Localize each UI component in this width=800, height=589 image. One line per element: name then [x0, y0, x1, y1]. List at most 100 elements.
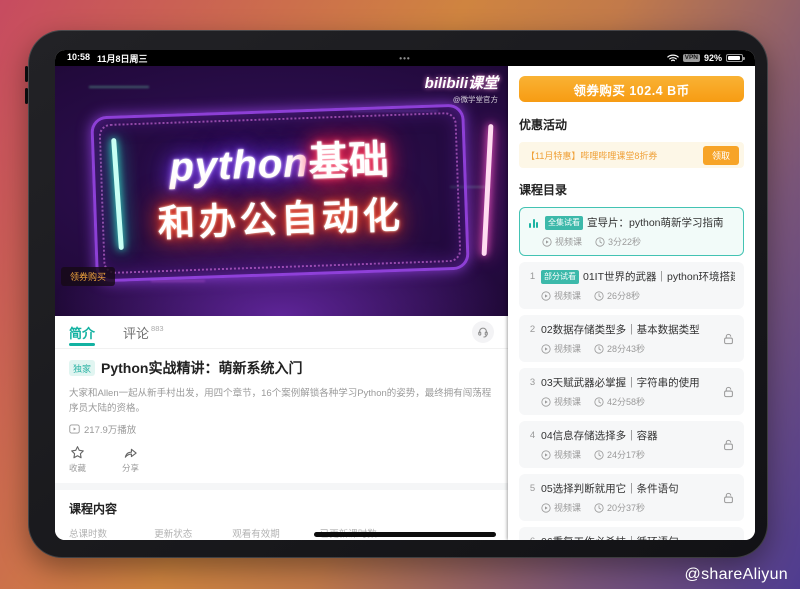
lesson-item[interactable]: 5 05选择判断就用它｜条件语句 视频课 20分37秒	[519, 474, 744, 521]
tab-intro[interactable]: 简介	[69, 316, 95, 348]
trial-badge: 部分试看	[541, 270, 579, 284]
lesson-title: 01IT世界的武器｜python环境搭建_第一个	[583, 269, 735, 284]
lesson-title: 06重复工作必杀技｜循环语句	[541, 534, 679, 540]
coupon-card[interactable]: 【11月特惠】哔哩哔哩课堂8折券 领取	[519, 142, 744, 168]
neon-title-line1: python基础	[169, 139, 390, 189]
volume-down-button[interactable]	[25, 88, 28, 104]
glitch-streak	[151, 280, 205, 282]
clock-icon	[594, 291, 604, 301]
lesson-item[interactable]: 1 部分试看 01IT世界的武器｜python环境搭建_第一个 视频课 26分8…	[519, 262, 744, 309]
video-type-icon	[541, 291, 551, 301]
lesson-index: 6	[528, 536, 537, 540]
stat-update-status: 更新状态 已完结	[154, 526, 192, 540]
coupon-buy-tag[interactable]: 领券购买	[61, 267, 115, 286]
video-type-icon	[541, 397, 551, 407]
wifi-icon	[667, 54, 679, 63]
battery-icon	[726, 54, 743, 62]
exclusive-badge: 独家	[69, 360, 95, 376]
star-icon	[70, 445, 85, 460]
video-type-icon	[541, 450, 551, 460]
lesson-type: 视频课	[554, 342, 581, 355]
lesson-duration: 20分37秒	[607, 501, 645, 514]
lesson-index: 5	[528, 483, 537, 494]
coupon-text: 【11月特惠】哔哩哔哩课堂8折券	[526, 149, 703, 162]
section-divider	[55, 483, 508, 490]
lesson-title: 03天赋武器必掌握｜字符串的使用	[541, 375, 700, 390]
buy-with-coupon-button[interactable]: 领券购买 102.4 B币	[519, 76, 744, 102]
neon-sign-frame: python基础 和办公自动化	[90, 104, 470, 283]
official-account-label: @微学堂官方	[425, 94, 498, 105]
clock-icon	[594, 450, 604, 460]
volume-up-button[interactable]	[25, 66, 28, 82]
lesson-item[interactable]: 全集试看 宣导片：python萌新学习指南 视频课 3分22秒	[519, 207, 744, 256]
catalog-section-title: 课程目录	[519, 181, 744, 198]
neon-title-line2: 和办公自动化	[157, 185, 405, 248]
lesson-duration: 42分58秒	[607, 395, 645, 408]
status-date: 11月8日周三	[97, 52, 148, 65]
video-type-icon	[541, 503, 551, 513]
video-type-icon	[542, 237, 552, 247]
page-background: 10:58 11月8日周三 ••• VPN 92%	[0, 0, 800, 589]
lesson-item[interactable]: 6 06重复工作必杀技｜循环语句 视频课 25分32秒	[519, 527, 744, 540]
lesson-item[interactable]: 2 02数据存储类型多｜基本数据类型 视频课 28分43秒	[519, 315, 744, 362]
lock-icon	[722, 332, 735, 345]
lesson-index: 2	[528, 324, 537, 335]
tab-bar: 简介 评论 883	[55, 316, 508, 349]
course-description: 大家和Allen一起从新手村出发，用四个章节，16个案例解锁各种学习Python…	[69, 386, 494, 416]
ipad-screen: 10:58 11月8日周三 ••• VPN 92%	[55, 50, 755, 540]
multitask-dots-icon[interactable]: •••	[399, 54, 410, 63]
stat-total-lessons: 总课时数 共30课时	[69, 526, 114, 540]
home-indicator[interactable]	[314, 532, 496, 537]
status-time: 10:58	[67, 52, 90, 65]
vpn-badge: VPN	[683, 54, 700, 62]
battery-percent: 92%	[704, 53, 722, 63]
customer-service-button[interactable]	[472, 321, 494, 343]
lesson-duration: 3分22秒	[608, 235, 641, 248]
lesson-title: 宣导片：python萌新学习指南	[587, 215, 724, 230]
favorite-button[interactable]: 收藏	[69, 445, 86, 474]
status-bar: 10:58 11月8日周三 ••• VPN 92%	[55, 50, 755, 66]
lesson-index: 4	[528, 430, 537, 441]
glitch-streak	[89, 86, 149, 88]
watermark: @shareAliyun	[685, 566, 788, 584]
share-icon	[123, 445, 138, 460]
purchase-sidebar: 领券购买 102.4 B币 优惠活动 【11月特惠】哔哩哔哩课堂8折券 领取 课…	[508, 66, 755, 540]
trial-badge: 全集试看	[545, 216, 583, 230]
lesson-item[interactable]: 4 04信息存储选择多｜容器 视频课 24分17秒	[519, 421, 744, 468]
clock-icon	[594, 397, 604, 407]
claim-coupon-button[interactable]: 领取	[703, 146, 739, 165]
stat-validity: 观看有效期 长期有效	[232, 526, 280, 540]
lesson-title: 05选择判断就用它｜条件语句	[541, 481, 679, 496]
lock-icon	[722, 385, 735, 398]
clock-icon	[594, 344, 604, 354]
play-count-icon	[69, 424, 80, 434]
comments-count: 883	[151, 324, 164, 333]
clock-icon	[595, 237, 605, 247]
lesson-type: 视频课	[554, 501, 581, 514]
lesson-list: 全集试看 宣导片：python萌新学习指南 视频课 3分22秒 1 部分试看	[519, 207, 744, 540]
playing-bars-icon	[529, 218, 540, 228]
share-button[interactable]: 分享	[122, 445, 139, 474]
ipad-device-frame: 10:58 11月8日周三 ••• VPN 92%	[28, 30, 768, 558]
lesson-index: 1	[528, 271, 537, 282]
tab-comments[interactable]: 评论 883	[123, 323, 164, 342]
course-cover-image: python基础 和办公自动化 bilibili课堂 @微学堂官方 领券购买	[55, 66, 508, 316]
bilibili-classroom-logo: bilibili课堂 @微学堂官方	[425, 72, 498, 105]
lesson-duration: 24分17秒	[607, 448, 645, 461]
course-content-title: 课程内容	[69, 500, 494, 517]
lesson-index: 3	[528, 377, 537, 388]
play-count: 217.9万播放	[84, 422, 136, 436]
lesson-duration: 28分43秒	[607, 342, 645, 355]
lesson-duration: 26分8秒	[607, 289, 640, 302]
lesson-type: 视频课	[554, 395, 581, 408]
clock-icon	[594, 503, 604, 513]
promo-section-title: 优惠活动	[519, 116, 744, 133]
lesson-title: 02数据存储类型多｜基本数据类型	[541, 322, 700, 337]
lesson-item[interactable]: 3 03天赋武器必掌握｜字符串的使用 视频课 42分58秒	[519, 368, 744, 415]
video-type-icon	[541, 344, 551, 354]
lock-icon	[722, 491, 735, 504]
lock-icon	[722, 438, 735, 451]
neon-tube-pink	[482, 124, 494, 256]
lesson-type: 视频课	[554, 448, 581, 461]
lesson-type: 视频课	[555, 235, 582, 248]
